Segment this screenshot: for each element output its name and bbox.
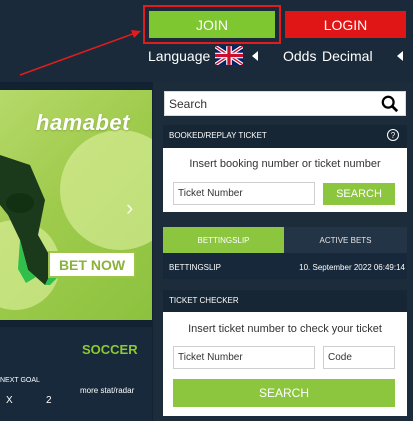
booking-number-input[interactable]: Ticket Number xyxy=(173,182,315,205)
code-input[interactable]: Code xyxy=(323,346,395,369)
booked-instruction: Insert booking number or ticket number xyxy=(189,158,381,170)
ticket-checker-title: TICKET CHECKER xyxy=(169,296,239,305)
help-icon[interactable]: ? xyxy=(387,129,399,141)
draw-column-label: X xyxy=(6,395,13,406)
more-stats-link[interactable]: more stat/radar xyxy=(80,386,134,395)
language-label: Language xyxy=(148,48,211,64)
next-goal-label: NEXT GOAL xyxy=(0,377,40,384)
ticket-checker-search-button[interactable]: SEARCH xyxy=(173,379,395,407)
betslip-tabs: BETTINGSLIP ACTIVE BETS xyxy=(163,227,407,253)
search-icon[interactable] xyxy=(381,95,399,113)
booked-ticket-title: BOOKED/REPLAY TICKET xyxy=(169,131,267,140)
ticket-checker-header: TICKET CHECKER xyxy=(163,290,407,312)
bet-now-button[interactable]: BET NOW xyxy=(48,251,136,278)
ticket-checker-body: Insert ticket number to check your ticke… xyxy=(163,312,407,416)
booked-ticket-header: BOOKED/REPLAY TICKET ? xyxy=(163,125,407,148)
away-column-label: 2 xyxy=(46,395,52,406)
search-input[interactable]: Search xyxy=(169,97,207,111)
booked-ticket-body: Insert booking number or ticket number T… xyxy=(163,148,407,212)
join-button[interactable]: JOIN xyxy=(149,11,275,38)
odds-caret-icon[interactable] xyxy=(397,51,403,61)
bettingslip-label: BETTINGSLIP xyxy=(169,263,222,272)
search-box[interactable]: Search xyxy=(164,91,406,116)
login-button[interactable]: LOGIN xyxy=(285,11,406,38)
chevron-right-icon[interactable]: › xyxy=(126,195,133,221)
language-caret-icon[interactable] xyxy=(252,51,258,61)
uk-flag-icon[interactable] xyxy=(215,46,243,65)
brand-logo: hamabet xyxy=(36,110,130,135)
tab-bettingslip[interactable]: BETTINGSLIP xyxy=(163,227,284,253)
odds-format-value[interactable]: Decimal xyxy=(322,48,373,64)
promo-banner[interactable]: hamabet › BET NOW xyxy=(0,90,152,320)
tab-active-bets[interactable]: ACTIVE BETS xyxy=(284,227,407,253)
bettingslip-row: BETTINGSLIP 10. September 2022 06:49:14 xyxy=(163,253,407,279)
ticket-checker-instruction: Insert ticket number to check your ticke… xyxy=(188,323,382,335)
odds-label: Odds xyxy=(283,48,317,64)
ticket-number-input[interactable]: Ticket Number xyxy=(173,346,315,369)
join-highlight-box: JOIN xyxy=(143,5,281,44)
bettingslip-datetime: 10. September 2022 06:49:14 xyxy=(299,263,405,272)
booked-search-button[interactable]: SEARCH xyxy=(323,183,395,205)
soccer-title[interactable]: SOCCER xyxy=(82,342,138,357)
